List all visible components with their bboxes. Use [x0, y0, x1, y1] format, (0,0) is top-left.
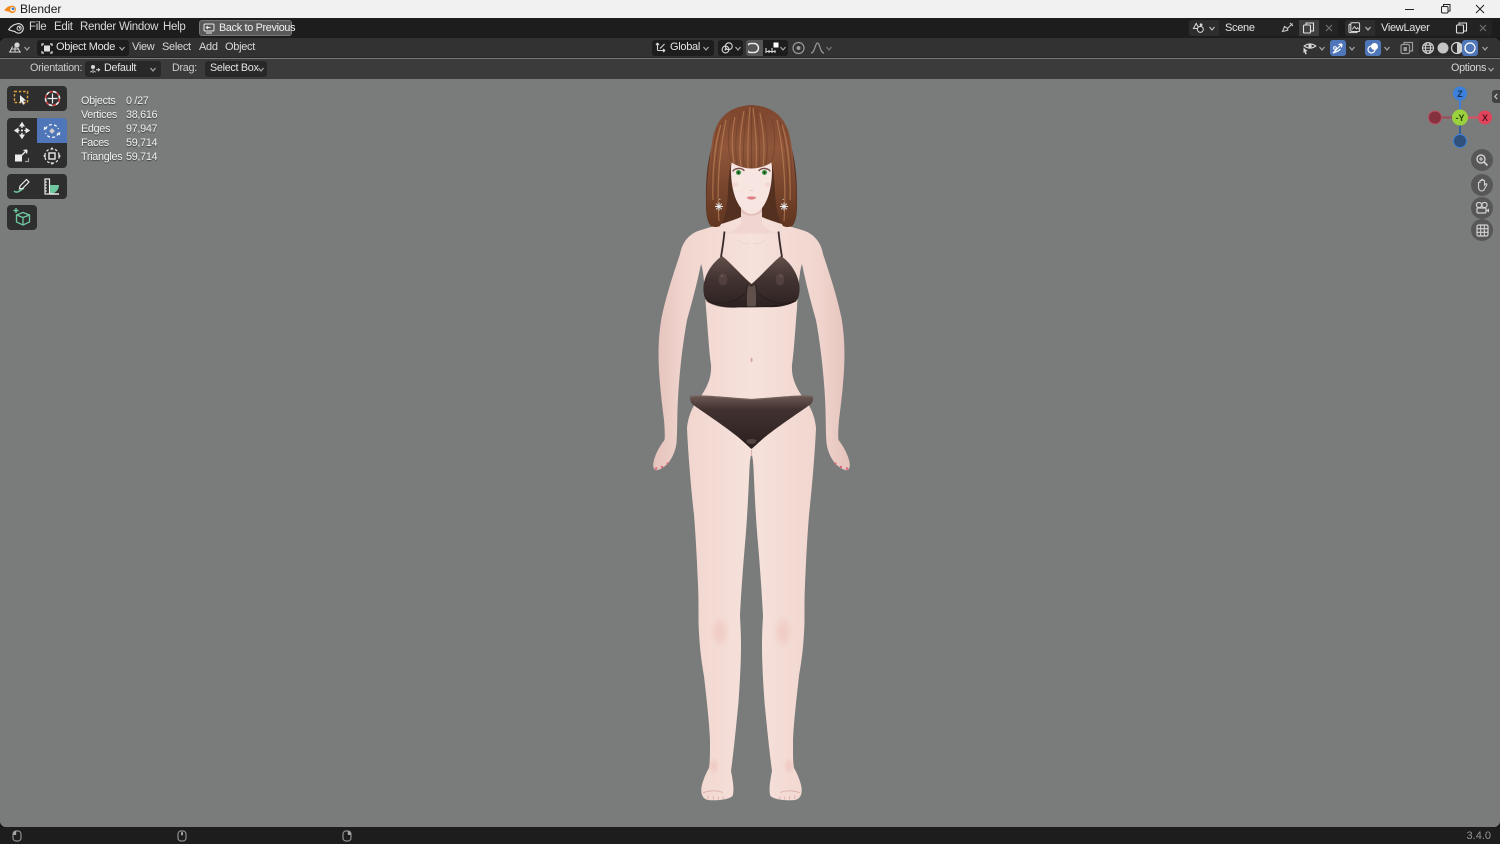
- svg-text:X: X: [1482, 113, 1488, 123]
- svg-text:-Y: -Y: [1456, 113, 1465, 123]
- svg-text:Z: Z: [1457, 89, 1463, 99]
